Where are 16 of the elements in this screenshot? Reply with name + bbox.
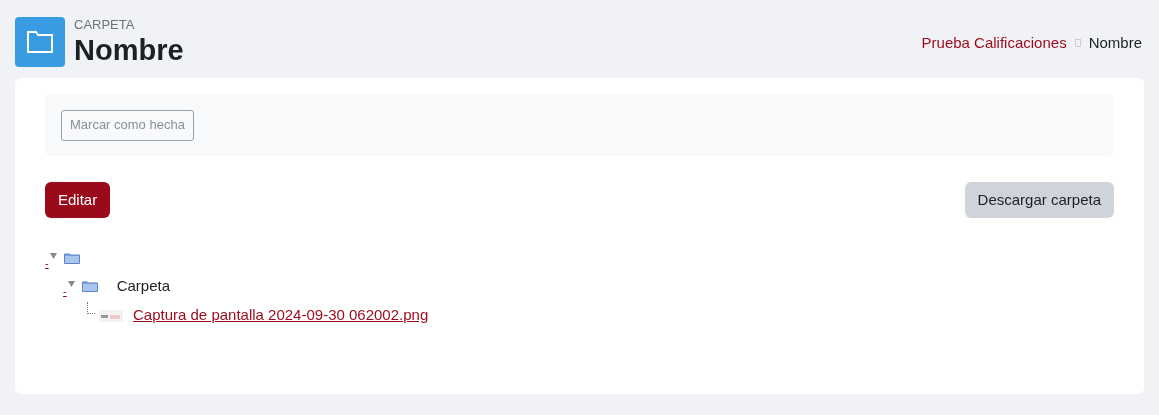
- download-button[interactable]: Descargar carpeta: [964, 182, 1114, 218]
- image-thumbnail-icon: [99, 310, 123, 322]
- edit-button[interactable]: Editar: [45, 182, 111, 218]
- tree-toggle[interactable]: -: [63, 285, 67, 297]
- breadcrumb-link[interactable]: Prueba Calificaciones: [921, 31, 1067, 55]
- breadcrumb-current: Nombre: [1088, 32, 1142, 53]
- folder-label: Carpeta: [116, 275, 171, 296]
- activity-type-label: CARPETA: [74, 17, 136, 33]
- folder-icon: [15, 17, 65, 67]
- separator-icon: [1074, 39, 1081, 47]
- file-link[interactable]: Captura de pantalla 2024-09-30 062002.png: [133, 303, 429, 326]
- page-title: Nombre: [74, 33, 184, 67]
- tree-connector-icon: [87, 302, 95, 314]
- folder-icon: [63, 252, 80, 264]
- tree-toggle[interactable]: -: [45, 257, 49, 269]
- folder-icon: [81, 280, 98, 292]
